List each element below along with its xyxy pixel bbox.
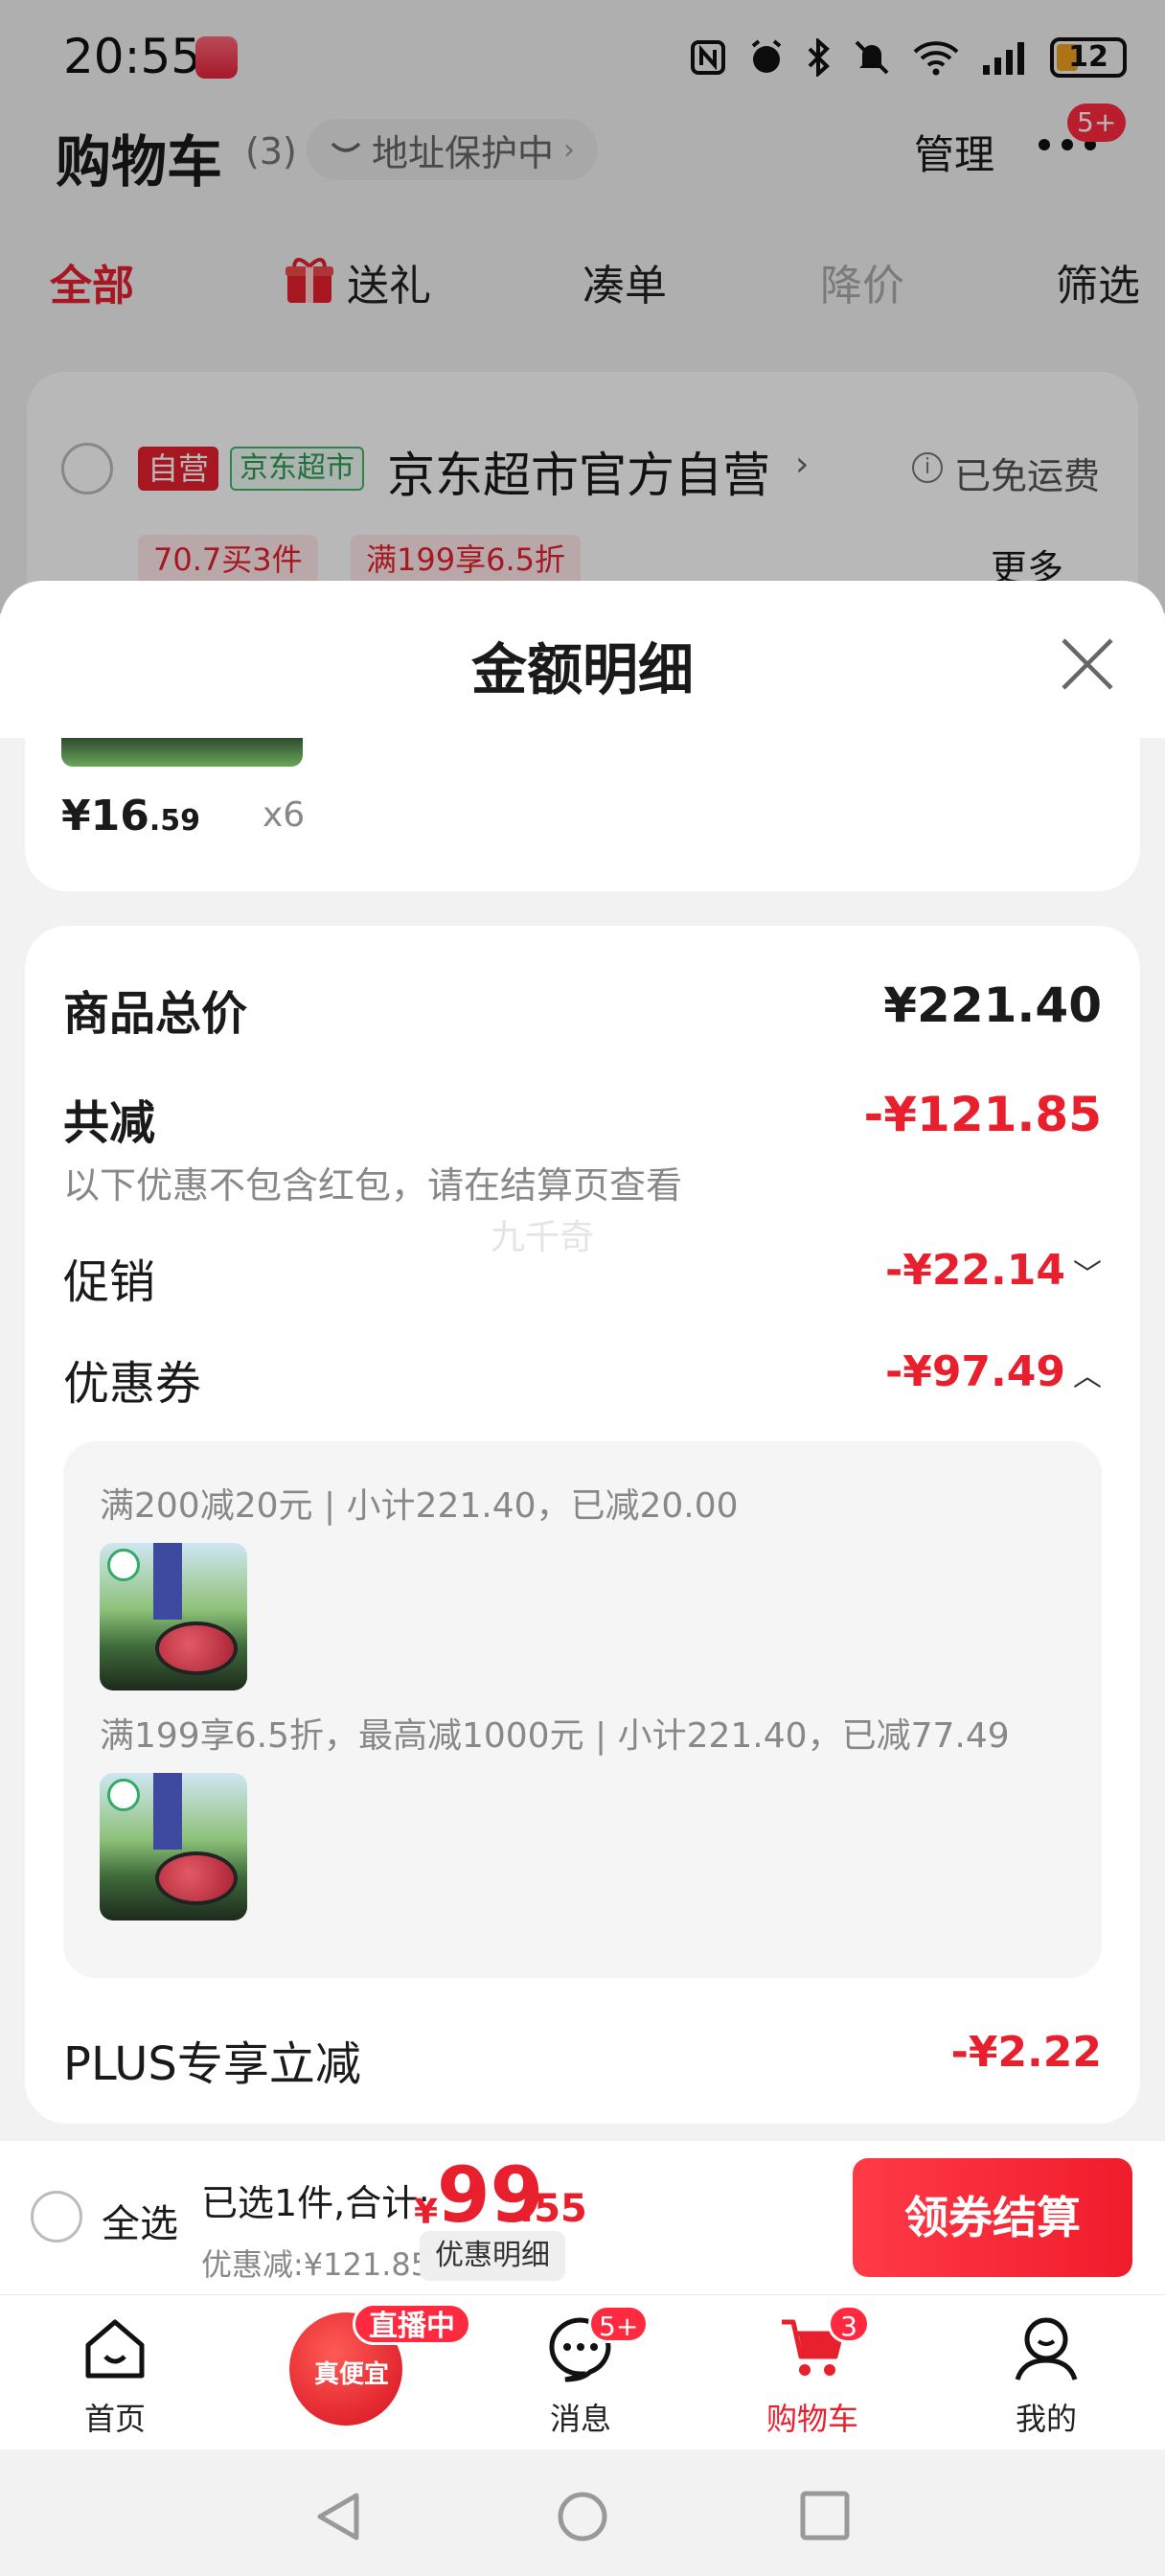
discount-summary: 优惠减:¥121.85 <box>201 2246 431 2283</box>
tab-messages[interactable]: 消息 5+ <box>504 2295 657 2450</box>
plus-discount-value: -¥2.22 <box>950 2028 1102 2077</box>
tab-home[interactable]: 首页 <box>38 2295 192 2450</box>
product-quantity: x6 <box>263 795 306 835</box>
cart-page-background: 20:55 12 购物车 (3) 地址保护中 › 管理 5+ 全部 送礼 凑单 … <box>0 0 1165 678</box>
tab-cart-label: 购物车 <box>765 2401 858 2437</box>
promotion-value: -¥22.14 <box>884 1246 1065 1295</box>
live-badge: 直播中 <box>353 2303 471 2345</box>
chevron-down-icon: ﹀ <box>1073 1258 1102 1292</box>
checkout-bar: 全选 已选1件,合计: ¥ 99 .55 优惠减:¥121.85 优惠明细 领券… <box>0 2141 1165 2294</box>
product-price: ¥16.59 <box>61 792 201 840</box>
home-circle-icon[interactable] <box>556 2490 609 2543</box>
select-all-label[interactable]: 全选 <box>102 2193 178 2248</box>
coupon-detail-box: 满200减20元 | 小计221.40，已减20.00 满199享6.5折，最高… <box>63 1441 1102 1978</box>
coupon-line-1: 满200减20元 | 小计221.40，已减20.00 <box>100 1486 739 1526</box>
recents-icon[interactable] <box>799 2490 851 2542</box>
reduce-note: 以下优惠不包含红包，请在结算页查看 <box>63 1164 683 1207</box>
total-price-label: 商品总价 <box>63 987 248 1041</box>
sheet-title: 金额明细 <box>470 637 694 702</box>
live-text: 真便宜 <box>314 2360 390 2389</box>
product-item-card: ¥16.59 x6 <box>25 738 1140 891</box>
coupon-label: 优惠券 <box>63 1357 202 1411</box>
tab-me[interactable]: 我的 <box>970 2295 1123 2450</box>
watermark-text: 九千奇 <box>491 1218 595 1257</box>
coupon-product-thumbnail-1 <box>100 1543 247 1690</box>
total-reduce-value: -¥121.85 <box>863 1087 1103 1142</box>
amount-detail-sheet: 金额明细 ¥16.59 x6 商品总价 ¥221.40 共减 -¥121.85 … <box>0 581 1165 2141</box>
select-all-checkbox[interactable] <box>31 2191 82 2242</box>
tab-messages-label: 消息 <box>549 2401 611 2437</box>
coupon-product-thumbnail-2 <box>100 1773 247 1920</box>
chevron-up-icon: ︿ <box>1073 1360 1102 1393</box>
total-currency: ¥ <box>414 2193 439 2232</box>
coupon-value: -¥97.49 <box>884 1347 1065 1396</box>
profile-icon <box>1015 2317 1078 2380</box>
home-icon <box>85 2319 145 2379</box>
plus-discount-label: PLUS专享立减 <box>63 2037 361 2091</box>
back-icon[interactable] <box>312 2490 364 2543</box>
selected-summary: 已选1件,合计: <box>201 2182 431 2224</box>
cart-badge: 3 <box>828 2305 870 2343</box>
modal-dim-overlay[interactable] <box>0 0 1165 613</box>
sheet-header: 金额明细 <box>0 581 1165 738</box>
product-thumbnail <box>61 738 303 767</box>
checkout-button[interactable]: 领券结算 <box>853 2158 1132 2277</box>
bottom-tab-bar: 首页 真便宜 直播中 消息 5+ 购物车 3 我的 <box>0 2294 1165 2450</box>
messages-badge: 5+ <box>588 2305 650 2343</box>
tab-home-label: 首页 <box>83 2401 146 2437</box>
coupon-line-2: 满199享6.5折，最高减1000元 | 小计221.40，已减77.49 <box>100 1716 1010 1756</box>
total-amount-decimal: .55 <box>519 2187 587 2231</box>
coupon-row-toggle[interactable]: -¥97.49 ︿ <box>885 1347 1102 1396</box>
close-icon[interactable] <box>1054 631 1121 698</box>
tab-cart[interactable]: 购物车 3 <box>736 2295 889 2450</box>
price-breakdown-card: 商品总价 ¥221.40 共减 -¥121.85 以下优惠不包含红包，请在结算页… <box>25 926 1140 2124</box>
promotion-label: 促销 <box>63 1255 156 1309</box>
tab-me-label: 我的 <box>1015 2401 1077 2437</box>
total-reduce-label: 共减 <box>63 1096 156 1150</box>
promotion-row-toggle[interactable]: -¥22.14 ﹀ <box>885 1246 1102 1295</box>
discount-detail-button[interactable]: 优惠明细 <box>420 2231 565 2281</box>
system-nav-bar <box>0 2450 1165 2576</box>
total-price-value: ¥221.40 <box>883 978 1102 1033</box>
